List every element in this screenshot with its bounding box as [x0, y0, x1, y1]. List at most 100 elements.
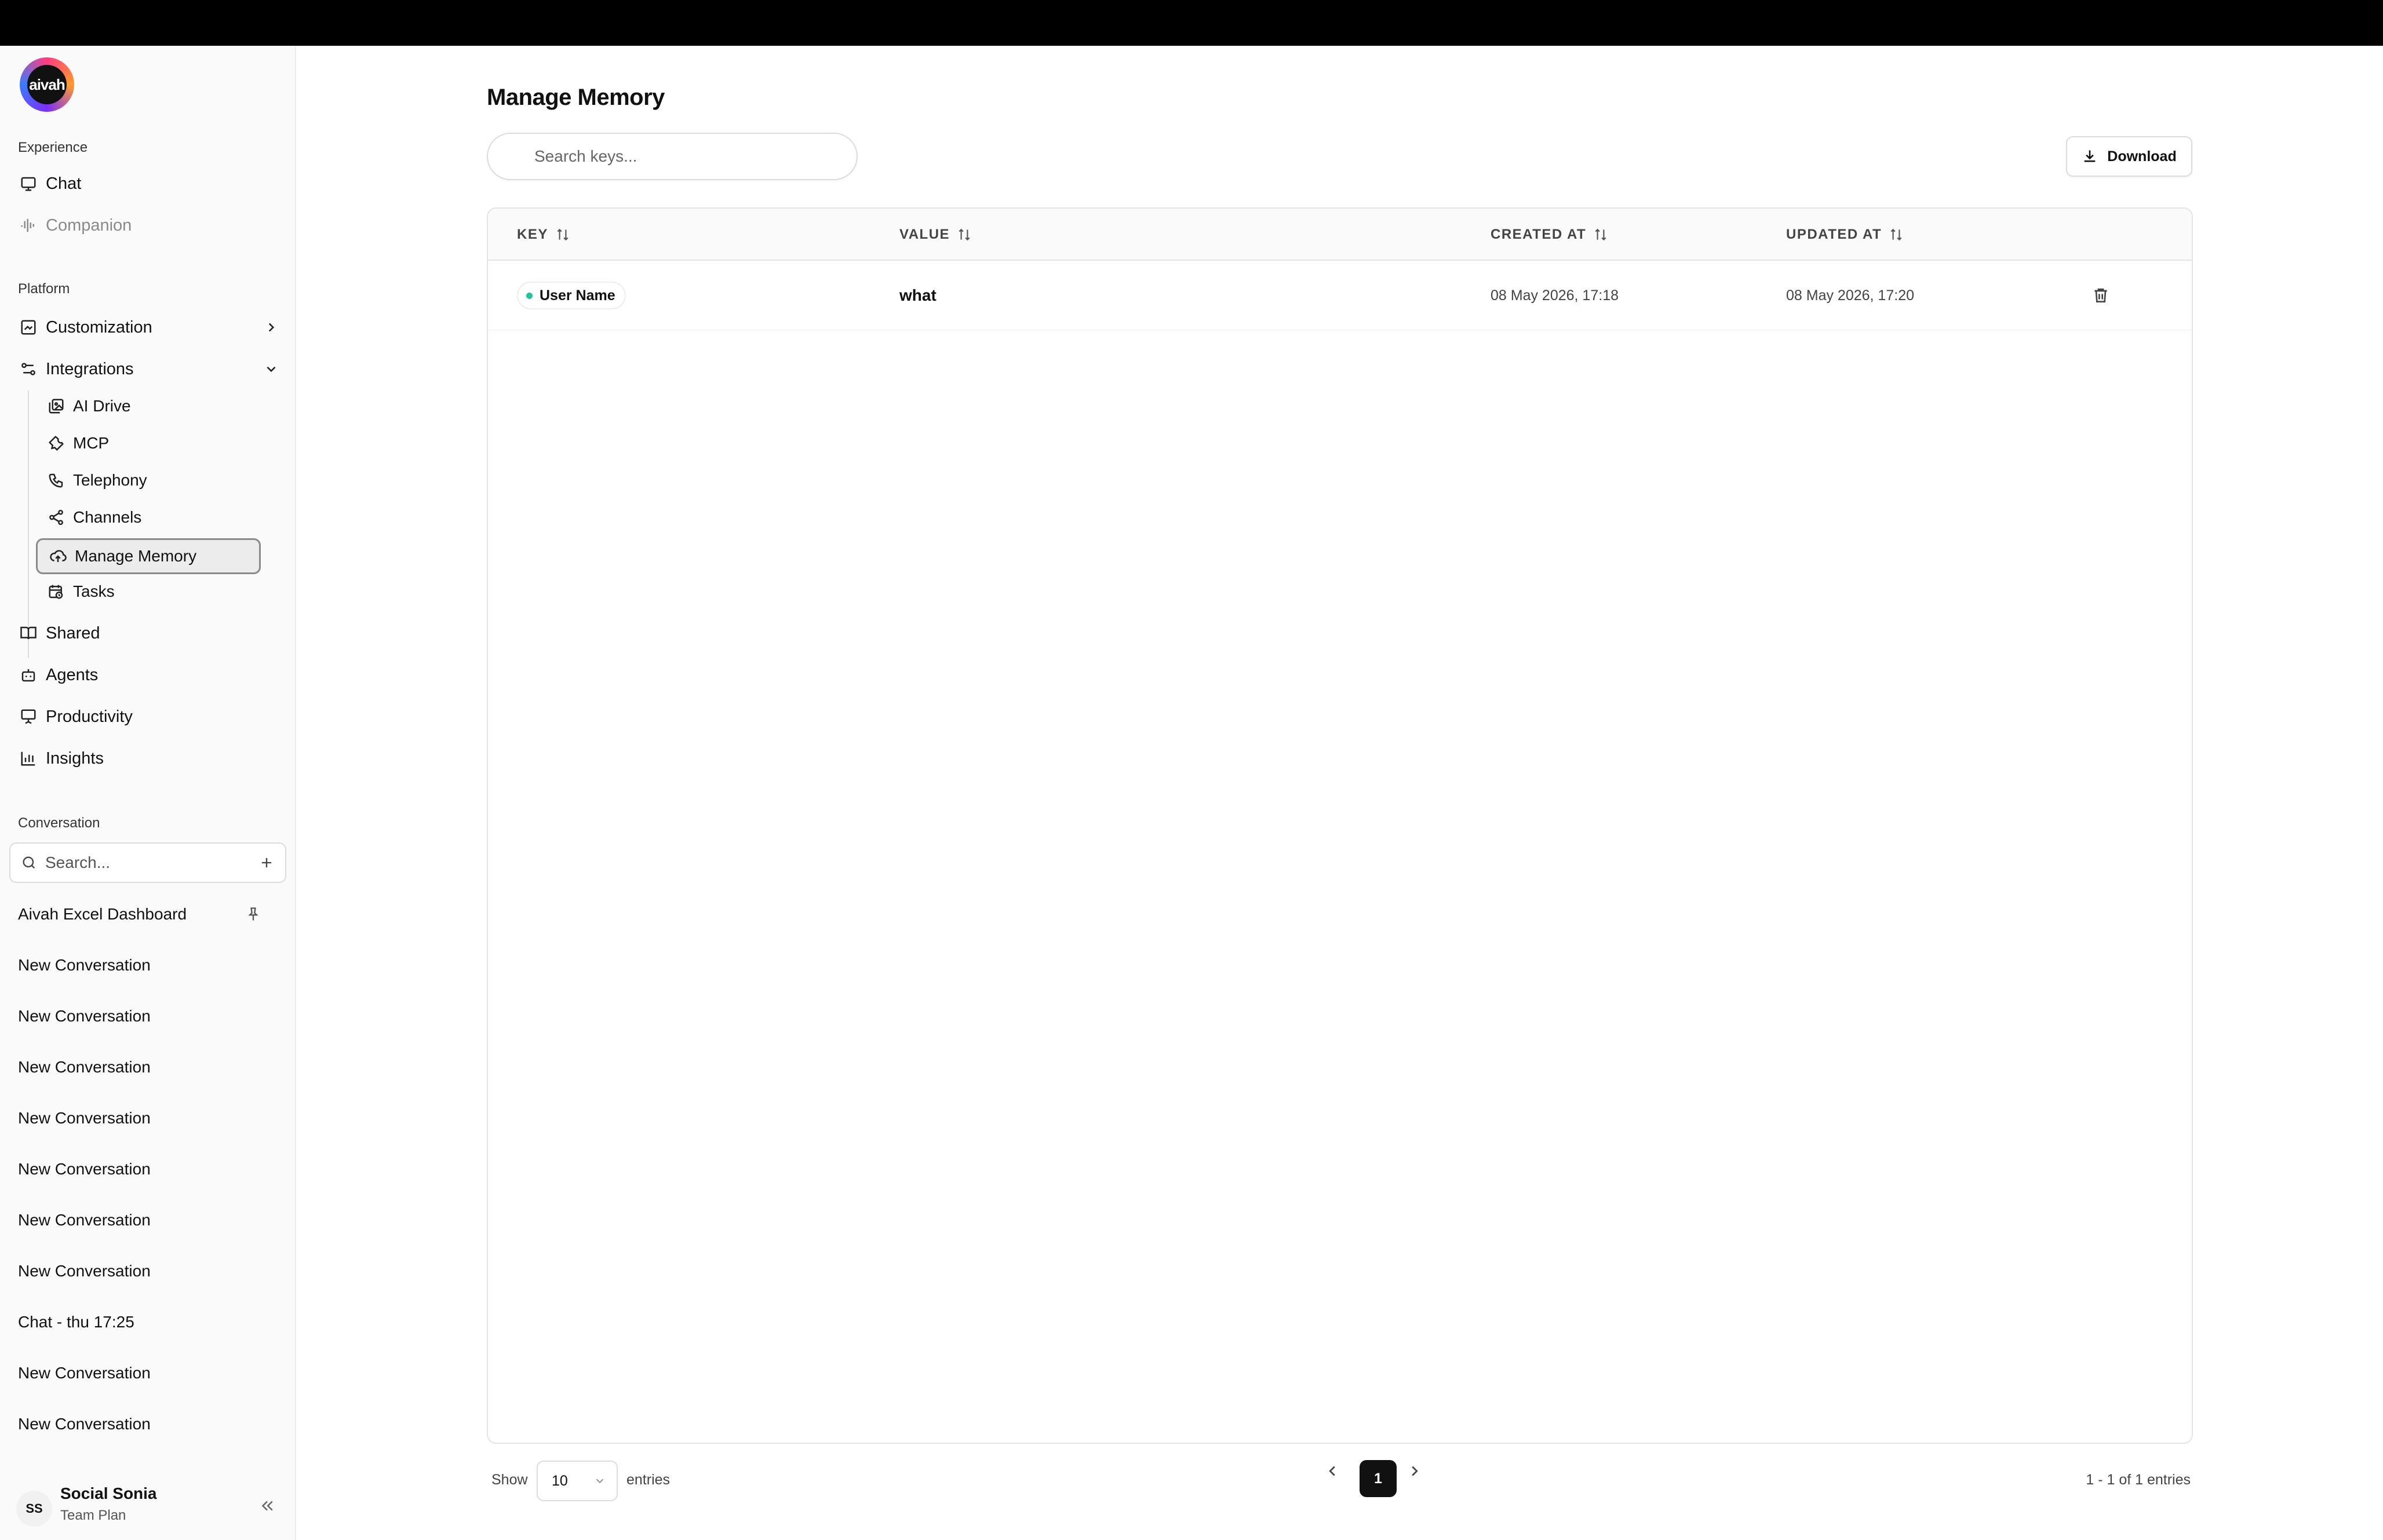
book-icon: [18, 623, 39, 644]
sidebar-item-manage-memory[interactable]: Manage Memory: [36, 538, 261, 574]
sort-icon: [555, 227, 570, 242]
chevron-down-icon: [593, 1475, 606, 1487]
conversation-item[interactable]: Aivah Excel Dashboard: [18, 900, 261, 929]
chevron-left-icon: [1324, 1462, 1341, 1480]
status-dot: [526, 292, 533, 299]
conversation-search-placeholder: Search...: [45, 853, 111, 871]
conversation-item[interactable]: New Conversation: [18, 1206, 151, 1235]
bar-chart-icon: [18, 748, 39, 769]
page-size-select[interactable]: 10: [537, 1461, 618, 1501]
column-header-updated-at[interactable]: UPDATED AT: [1786, 209, 1904, 261]
section-label-platform: Platform: [18, 281, 70, 297]
sidebar-item-label: Manage Memory: [75, 547, 197, 565]
chat-icon: [18, 173, 39, 194]
sidebar-item-label: Channels: [73, 508, 142, 526]
nav-item-label: Productivity: [46, 707, 133, 726]
previous-page-button[interactable]: [1324, 1462, 1341, 1480]
nav-item-companion[interactable]: Companion: [18, 208, 132, 243]
conversation-item[interactable]: New Conversation: [18, 1104, 151, 1133]
logo-text: aivah: [27, 65, 67, 104]
chevron-down-icon: [264, 362, 279, 377]
cloud-icon: [48, 546, 68, 566]
sidebar-item-label: MCP: [73, 434, 110, 452]
nav-item-label: Agents: [46, 665, 99, 684]
conversation-item[interactable]: Chat - thu 17:25: [18, 1308, 134, 1337]
nav-item-insights[interactable]: Insights: [18, 741, 104, 776]
page-size-value: 10: [552, 1472, 568, 1489]
nav-item-label: Companion: [46, 216, 132, 235]
user-name: Social Sonia: [60, 1484, 157, 1502]
column-header-label: CREATED AT: [1491, 227, 1587, 242]
sidebar-item-ai-drive[interactable]: AI Drive: [46, 390, 262, 422]
integrations-icon: [18, 359, 39, 379]
sidebar-item-mcp[interactable]: MCP: [46, 427, 262, 459]
conversation-item[interactable]: New Conversation: [18, 1257, 151, 1286]
nav-item-label: Shared: [46, 623, 100, 643]
window-top-bar: [0, 0, 2383, 46]
bot-icon: [18, 665, 39, 685]
nav-item-agents[interactable]: Agents: [18, 658, 98, 692]
column-header-created-at[interactable]: CREATED AT: [1491, 209, 1608, 261]
nav-item-label: Customization: [46, 318, 152, 337]
chevron-right-icon: [1406, 1462, 1423, 1480]
conversation-search[interactable]: Search...: [9, 842, 286, 883]
memory-table: KEY VALUE CREATED AT UPDATED AT User Nam…: [487, 207, 2193, 1444]
conversation-item[interactable]: New Conversation: [18, 1002, 151, 1031]
conversation-item[interactable]: New Conversation: [18, 1359, 151, 1388]
search-keys-input[interactable]: Search keys...: [487, 133, 858, 180]
trash-icon: [2091, 286, 2110, 305]
nav-item-integrations[interactable]: Integrations: [18, 352, 279, 386]
value-cell: what: [899, 286, 937, 304]
column-header-label: KEY: [517, 227, 548, 242]
download-label: Download: [2107, 148, 2177, 165]
column-header-label: UPDATED AT: [1786, 227, 1882, 242]
delete-button[interactable]: [2091, 261, 2110, 330]
plus-icon[interactable]: [258, 855, 275, 871]
key-badge: User Name: [517, 282, 626, 309]
nav-item-label: Chat: [46, 174, 82, 193]
nav-item-customization[interactable]: Customization: [18, 310, 279, 345]
created-at-cell: 08 May 2026, 17:18: [1491, 287, 1619, 304]
nav-item-shared[interactable]: Shared: [18, 616, 100, 651]
page-title: Manage Memory: [487, 85, 665, 110]
avatar[interactable]: SS: [16, 1491, 52, 1527]
entries-label: entries: [626, 1472, 671, 1488]
pin-icon[interactable]: [245, 906, 261, 922]
page-button-current[interactable]: 1: [1360, 1460, 1397, 1497]
drive-icon: [46, 396, 66, 416]
conversation-item[interactable]: New Conversation: [18, 951, 151, 980]
column-header-value[interactable]: VALUE: [899, 209, 972, 261]
column-header-label: VALUE: [899, 227, 950, 242]
sort-icon: [1593, 227, 1608, 242]
conversation-item[interactable]: New Conversation: [18, 1410, 151, 1439]
sidebar-item-telephony[interactable]: Telephony: [46, 464, 262, 497]
sidebar-item-label: AI Drive: [73, 397, 131, 415]
aivah-logo[interactable]: aivah: [20, 57, 74, 112]
conversation-item[interactable]: New Conversation: [18, 1155, 151, 1184]
search-keys-placeholder: Search keys...: [534, 147, 637, 165]
nav-item-chat[interactable]: Chat: [18, 166, 81, 201]
conversation-title: Aivah Excel Dashboard: [18, 905, 187, 923]
section-label-conversation: Conversation: [18, 815, 100, 831]
sort-icon: [1889, 227, 1904, 242]
share-icon: [46, 508, 66, 527]
column-header-key[interactable]: KEY: [517, 209, 570, 261]
download-button[interactable]: Download: [2066, 136, 2192, 177]
section-label-experience: Experience: [18, 140, 88, 155]
table-header: KEY VALUE CREATED AT UPDATED AT: [488, 209, 2192, 261]
phone-icon: [46, 470, 66, 490]
next-page-button[interactable]: [1406, 1462, 1423, 1480]
sidebar-item-channels[interactable]: Channels: [46, 501, 262, 534]
calendar-clock-icon: [46, 582, 66, 601]
sidebar-item-tasks[interactable]: Tasks: [46, 575, 262, 608]
download-icon: [2082, 148, 2098, 165]
nav-item-productivity[interactable]: Productivity: [18, 699, 133, 734]
key-cell: User Name: [517, 261, 626, 330]
waveform-icon: [18, 215, 39, 236]
collapse-sidebar-icon[interactable]: [258, 1497, 276, 1515]
conversation-item[interactable]: New Conversation: [18, 1053, 151, 1082]
wrench-icon: [46, 433, 66, 453]
updated-at-cell: 08 May 2026, 17:20: [1786, 287, 1914, 304]
key-text: User Name: [540, 287, 615, 304]
nav-item-label: Integrations: [46, 359, 134, 378]
